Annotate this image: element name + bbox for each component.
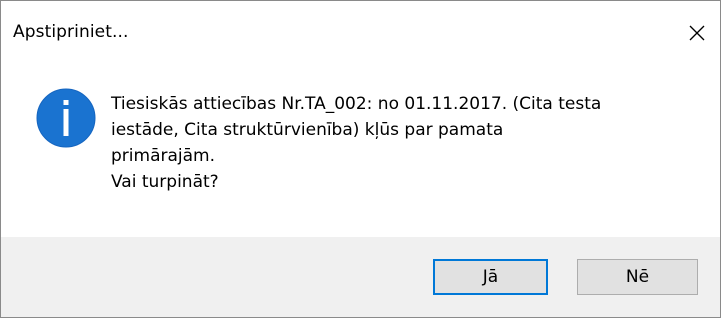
- no-button[interactable]: Nē: [577, 259, 698, 295]
- dialog-message: Tiesiskās attiecības Nr.TA_002: no 01.11…: [111, 91, 711, 195]
- confirm-dialog: Apstipriniet... Tiesiskās attiecības Nr.…: [0, 0, 721, 318]
- dialog-content: Tiesiskās attiecības Nr.TA_002: no 01.11…: [1, 65, 720, 237]
- info-icon: [36, 88, 96, 148]
- title-bar: Apstipriniet...: [1, 1, 720, 65]
- dialog-title: Apstipriniet...: [13, 22, 129, 42]
- button-bar: Jā Nē: [1, 237, 720, 317]
- yes-button[interactable]: Jā: [433, 259, 548, 295]
- message-line: Vai turpināt?: [111, 172, 219, 192]
- message-line: Tiesiskās attiecības Nr.TA_002: no 01.11…: [111, 94, 602, 114]
- message-line: iestāde, Cita struktūrvienība) kļūs par …: [111, 120, 504, 140]
- message-line: primārajām.: [111, 146, 215, 166]
- close-button[interactable]: [674, 11, 720, 55]
- close-icon: [689, 25, 705, 41]
